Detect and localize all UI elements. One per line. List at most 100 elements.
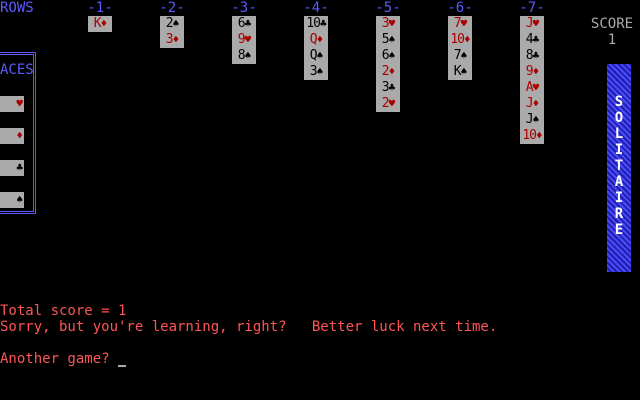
solitaire-letter: S (614, 94, 624, 110)
card-suit: ♣ (320, 17, 327, 30)
card[interactable]: 8♠ (232, 48, 256, 64)
score-value: 1 (607, 32, 617, 48)
card-rank: 6 (381, 48, 390, 63)
card-rank: 3 (381, 80, 390, 95)
column-label-7: -7- (519, 0, 545, 16)
card[interactable]: 7♥ (448, 16, 472, 32)
rows-label: ROWS (0, 0, 34, 16)
card-rank: 2 (165, 16, 174, 31)
card-suit: ♠ (172, 17, 180, 30)
solitaire-letter: R (614, 206, 624, 222)
card[interactable]: 2♦ (376, 64, 400, 80)
card-suit: ♥ (532, 17, 540, 30)
card-rank: 7 (453, 16, 462, 31)
score-label: SCORE (590, 16, 634, 32)
card-rank: 2 (381, 96, 390, 111)
card[interactable]: 10♣ (304, 16, 328, 32)
card[interactable]: 6♠ (376, 48, 400, 64)
card-rank: J (525, 112, 534, 127)
card[interactable]: 2♠ (160, 16, 184, 32)
card-suit: ♥ (244, 33, 252, 46)
card[interactable]: 3♥ (376, 16, 400, 32)
card[interactable]: 3♠ (304, 64, 328, 80)
card[interactable]: 9♥ (232, 32, 256, 48)
card-rank: A (525, 80, 534, 95)
card-suit: ♣ (244, 17, 252, 30)
another-game-prompt[interactable]: Another game? (0, 351, 126, 367)
card-suit: ♦ (532, 65, 540, 78)
card-suit: ♠ (388, 49, 396, 62)
solitaire-letter: I (614, 142, 624, 158)
card-suit: ♠ (244, 49, 252, 62)
column-label-2: -2- (159, 0, 185, 16)
card[interactable]: 2♥ (376, 96, 400, 112)
card[interactable]: 3♣ (376, 80, 400, 96)
card-suit: ♠ (316, 49, 324, 62)
card-rank: 8 (237, 48, 246, 63)
card[interactable]: 7♠ (448, 48, 472, 64)
card-rank: 4 (525, 32, 534, 47)
prompt-text: Another game? (0, 351, 110, 367)
card[interactable]: 10♦ (520, 128, 544, 144)
ace-slot[interactable]: ♦ (0, 128, 24, 144)
card-rank: 9 (525, 64, 534, 79)
card-rank: 10 (522, 128, 537, 143)
card-suit: ♦ (100, 17, 108, 30)
card-suit: ♠ (388, 33, 396, 46)
card-rank: 10 (306, 16, 321, 31)
card[interactable]: J♥ (520, 16, 544, 32)
card-suit: ♥ (388, 97, 396, 110)
card-rank: Q (309, 48, 318, 63)
card-suit: ♥ (460, 17, 468, 30)
card[interactable]: 4♣ (520, 32, 544, 48)
card[interactable]: 9♦ (520, 64, 544, 80)
card-rank: 3 (381, 16, 390, 31)
card[interactable]: 6♣ (232, 16, 256, 32)
card-suit: ♣ (532, 33, 540, 46)
card-suit: ♦ (536, 129, 543, 142)
solitaire-letter: T (614, 158, 624, 174)
ace-slot[interactable]: ♣ (0, 160, 24, 176)
card-rank: 5 (381, 32, 390, 47)
ace-slot[interactable]: ♠ (0, 192, 24, 208)
card[interactable]: K♠ (448, 64, 472, 80)
card-suit: ♦ (172, 33, 180, 46)
card[interactable]: K♦ (88, 16, 112, 32)
card[interactable]: 3♦ (160, 32, 184, 48)
card-suit: ♦ (388, 65, 396, 78)
card-rank: 2 (381, 64, 390, 79)
ace-slot[interactable]: ♥ (0, 96, 24, 112)
text-cursor (117, 353, 126, 367)
column-label-4: -4- (303, 0, 329, 16)
card-suit: ♠ (316, 65, 324, 78)
card-suit: ♥ (388, 17, 396, 30)
card-suit: ♥ (532, 81, 540, 94)
card-rank: 3 (165, 32, 174, 47)
card-rank: 7 (453, 48, 462, 63)
card-rank: 3 (309, 64, 318, 79)
card-suit: ♦ (532, 97, 540, 110)
result-message: Sorry, but you're learning, right? Bette… (0, 319, 498, 335)
card-rank: 10 (450, 32, 465, 47)
card[interactable]: J♦ (520, 96, 544, 112)
card[interactable]: Q♠ (304, 48, 328, 64)
column-label-1: -1- (87, 0, 113, 16)
card-rank: 9 (237, 32, 246, 47)
card-rank: Q (309, 32, 318, 47)
column-label-3: -3- (231, 0, 257, 16)
card-rank: J (525, 16, 534, 31)
card-suit: ♠ (460, 65, 468, 78)
card-suit: ♦ (464, 33, 471, 46)
card[interactable]: 10♦ (448, 32, 472, 48)
solitaire-letter: I (614, 190, 624, 206)
card[interactable]: A♥ (520, 80, 544, 96)
card[interactable]: J♠ (520, 112, 544, 128)
card-suit: ♠ (460, 49, 468, 62)
card-suit: ♣ (388, 81, 396, 94)
solitaire-letter: A (614, 174, 624, 190)
total-score-message: Total score = 1 (0, 303, 127, 319)
card-rank: K (453, 64, 462, 79)
card[interactable]: Q♦ (304, 32, 328, 48)
card[interactable]: 5♠ (376, 32, 400, 48)
card[interactable]: 8♣ (520, 48, 544, 64)
